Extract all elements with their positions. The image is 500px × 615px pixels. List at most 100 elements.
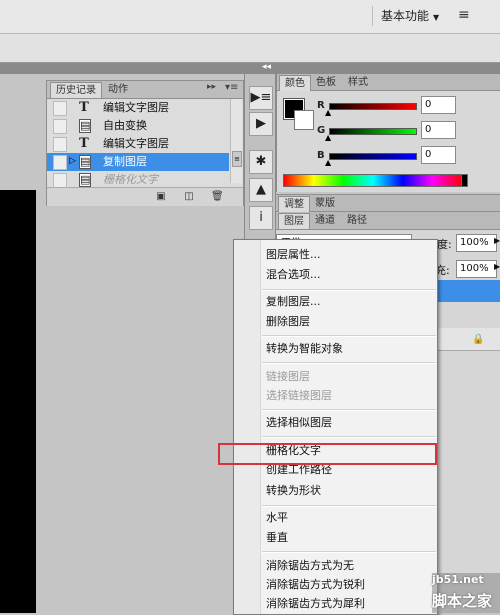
- opacity-field[interactable]: 100%: [456, 234, 497, 252]
- menu-item-select-similar-layers[interactable]: 选择相似图层: [266, 413, 434, 433]
- black-white-swatch[interactable]: [461, 174, 468, 187]
- history-scrollbar[interactable]: ≡: [230, 99, 242, 183]
- application-bar: 基本功能 ▼ ≡: [0, 0, 500, 34]
- menu-item-delete-layer[interactable]: 删除图层: [266, 312, 434, 332]
- new-snapshot-icon[interactable]: ◫: [183, 191, 195, 202]
- menu-item-link-layers: 链接图层: [266, 370, 310, 383]
- tab-masks[interactable]: 蒙版: [310, 196, 340, 211]
- menu-separator: [262, 409, 436, 411]
- document-canvas[interactable]: [0, 190, 36, 613]
- menu-separator: [262, 551, 436, 553]
- blue-label: B: [317, 150, 325, 161]
- adjustments-tabbar: 调整 蒙版: [276, 194, 500, 212]
- menu-item-duplicate-layer[interactable]: 复制图层...: [266, 292, 434, 312]
- fill-field[interactable]: 100%: [456, 260, 497, 278]
- scrollbar-thumb[interactable]: ≡: [232, 151, 242, 167]
- collapse-panels-icon[interactable]: ◂◂: [262, 62, 271, 72]
- slider-thumb-icon[interactable]: ▲: [325, 108, 331, 117]
- green-slider[interactable]: [329, 128, 417, 135]
- text-layer-icon: T: [79, 100, 89, 115]
- menu-item-vertical[interactable]: 垂直: [266, 528, 434, 548]
- watermark-url: jb51.net: [432, 573, 484, 586]
- trash-icon[interactable]: 🗑: [211, 191, 224, 202]
- layer-row[interactable]: [431, 328, 500, 351]
- tab-styles[interactable]: 样式: [343, 75, 373, 90]
- actions-panel-icon[interactable]: ▶: [249, 112, 273, 136]
- menu-icon[interactable]: ≡: [458, 7, 470, 23]
- watermark-text: 脚本之家: [432, 592, 493, 610]
- workspace-switcher[interactable]: 基本功能 ▼: [372, 6, 453, 26]
- tab-actions[interactable]: 动作: [103, 82, 133, 97]
- menu-separator: [262, 505, 436, 507]
- snapshot-checkbox[interactable]: [53, 101, 67, 116]
- info-panel-icon[interactable]: i: [249, 206, 273, 230]
- blue-slider[interactable]: [329, 153, 417, 160]
- history-item-label: 编辑文字图层: [103, 137, 169, 150]
- panel-dock-header: [0, 63, 500, 74]
- red-value-field[interactable]: 0: [421, 96, 456, 114]
- background-color-swatch[interactable]: [294, 110, 314, 130]
- navigator-panel-icon[interactable]: ✱: [249, 150, 273, 174]
- history-item-label: 编辑文字图层: [103, 101, 169, 114]
- history-item-label: 复制图层: [103, 155, 147, 168]
- expand-panel-icon[interactable]: ▸▸: [207, 82, 216, 92]
- snapshot-checkbox[interactable]: [53, 137, 67, 152]
- tab-channels[interactable]: 通道: [310, 213, 340, 228]
- tab-history[interactable]: 历史记录: [50, 82, 102, 98]
- tab-swatches[interactable]: 色板: [311, 75, 341, 90]
- panel-menu-icon[interactable]: ▾≡: [225, 82, 238, 93]
- menu-item-antialias-crisp[interactable]: 消除锯齿方式为犀利: [266, 594, 434, 614]
- history-item-label: 自由变换: [103, 119, 147, 132]
- menu-item-antialias-none[interactable]: 消除锯齿方式为无: [266, 556, 434, 576]
- options-bar: [0, 34, 500, 63]
- menu-item-antialias-sharp[interactable]: 消除锯齿方式为锐利: [266, 575, 434, 595]
- menu-item-convert-to-shape[interactable]: 转换为形状: [266, 481, 434, 501]
- chevron-down-icon: ▼: [433, 13, 440, 22]
- history-state-marker-icon[interactable]: ▷: [69, 156, 76, 166]
- document-icon: ▤: [79, 173, 91, 187]
- history-item[interactable]: ▤ 自由变换: [47, 117, 229, 135]
- menu-item-blending-options[interactable]: 混合选项...: [266, 265, 434, 285]
- workspace-label: 基本功能: [381, 9, 430, 23]
- menu-separator: [262, 335, 436, 337]
- tab-paths[interactable]: 路径: [342, 213, 372, 228]
- histogram-panel-icon[interactable]: ▲: [249, 178, 273, 202]
- watermark: jb51.net 脚本之家: [432, 573, 500, 613]
- tab-layers[interactable]: 图层: [278, 213, 310, 229]
- snapshot-checkbox[interactable]: [53, 155, 67, 170]
- menu-item-select-linked-layers: 选择链接图层: [266, 389, 332, 402]
- menu-separator: [262, 289, 436, 291]
- menu-separator: [262, 436, 436, 438]
- history-panel-icon[interactable]: ▶≡: [249, 86, 273, 110]
- menu-item-horizontal[interactable]: 水平: [266, 508, 434, 528]
- snapshot-checkbox[interactable]: [53, 119, 67, 134]
- menu-item-convert-to-smart-object[interactable]: 转换为智能对象: [266, 339, 434, 359]
- layers-tabbar: 图层 通道 路径: [276, 212, 500, 230]
- green-value-field[interactable]: 0: [421, 121, 456, 139]
- color-spectrum-bar[interactable]: [283, 174, 463, 187]
- menu-gutter: [234, 240, 261, 614]
- layer-row-selected[interactable]: [431, 280, 500, 302]
- chevron-right-icon[interactable]: ▶: [494, 262, 500, 271]
- annotation-highlight-box: [218, 443, 437, 465]
- snapshot-checkbox[interactable]: [53, 173, 67, 188]
- history-item[interactable]: T 编辑文字图层: [47, 99, 229, 117]
- green-label: G: [317, 125, 326, 136]
- red-slider[interactable]: [329, 103, 417, 110]
- blue-value-field[interactable]: 0: [421, 146, 456, 164]
- layer-context-menu: 图层属性... 混合选项... 复制图层... 删除图层 转换为智能对象 链接图…: [233, 239, 438, 615]
- document-icon: ▤: [79, 119, 91, 133]
- slider-thumb-icon[interactable]: ▲: [325, 158, 331, 167]
- tab-adjustments[interactable]: 调整: [278, 196, 310, 212]
- chevron-right-icon[interactable]: ▶: [494, 236, 500, 245]
- lock-icon: 🔒: [472, 334, 485, 345]
- new-document-icon[interactable]: ▣: [155, 191, 167, 202]
- slider-thumb-icon[interactable]: ▲: [325, 133, 331, 142]
- history-footer: ▣ ◫ 🗑: [47, 187, 243, 206]
- text-layer-icon: T: [79, 136, 89, 151]
- history-item[interactable]: T 编辑文字图层: [47, 135, 229, 153]
- tab-color[interactable]: 颜色: [279, 75, 311, 91]
- history-item-selected[interactable]: ▷ ▤ 复制图层: [47, 153, 229, 171]
- history-tabbar: 历史记录 动作 ▸▸ ▾≡: [47, 81, 243, 99]
- menu-item-layer-properties[interactable]: 图层属性...: [266, 245, 434, 265]
